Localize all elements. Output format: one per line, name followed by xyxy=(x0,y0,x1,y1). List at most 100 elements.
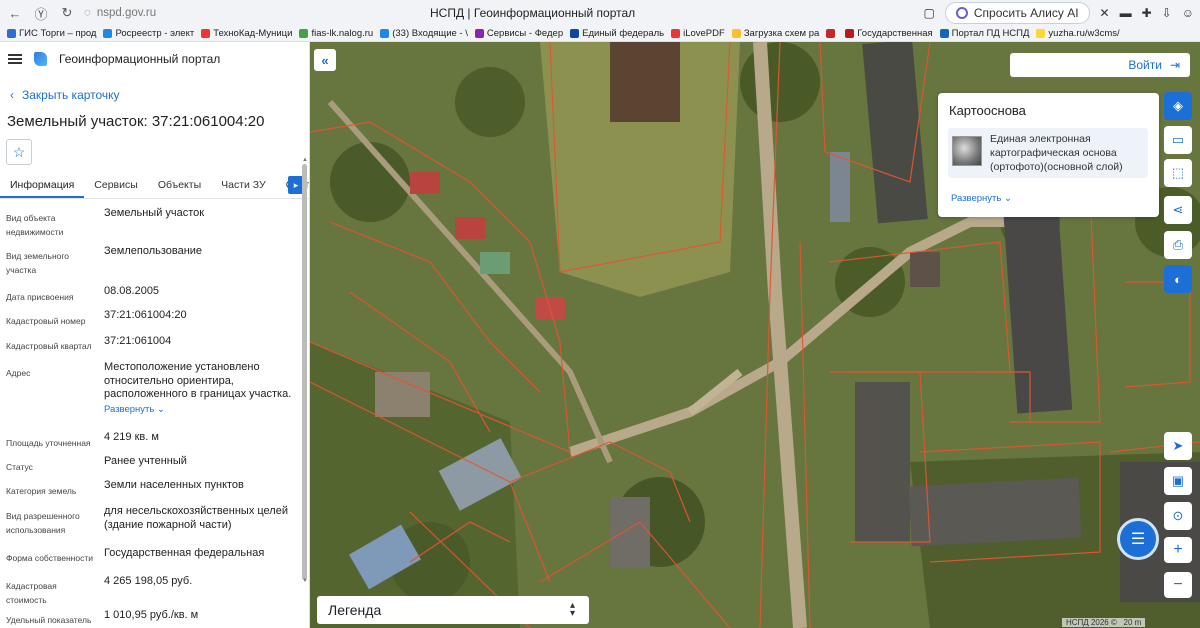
attribute-key: Форма собственности xyxy=(6,553,93,563)
select-area-icon: ⬚ xyxy=(1171,165,1185,180)
attribute-value: 37:21:061004:20 xyxy=(104,309,296,323)
bookmark-favicon-icon xyxy=(845,29,855,38)
back-arrow-icon[interactable]: ← xyxy=(4,2,26,24)
alice-icon xyxy=(955,7,968,19)
bookmark-item[interactable]: Единый федераль xyxy=(570,28,664,39)
minimap-button[interactable]: ▣ xyxy=(1164,467,1192,495)
collapse-panel-button[interactable]: « xyxy=(314,49,336,71)
bookmark-favicon-icon xyxy=(826,29,836,38)
ruler-icon: ▭ xyxy=(1171,132,1185,147)
card-tabs: Информация Сервисы Объекты Части ЗУ Сост… xyxy=(0,173,309,199)
layers-icon: ◈ xyxy=(1173,98,1183,113)
panel-scrollbar[interactable] xyxy=(302,164,307,580)
bookmark-item[interactable]: Государственная xyxy=(845,28,933,39)
bookmark-item[interactable]: Росреестр - элект xyxy=(103,28,194,39)
attribute-value: Государственная федеральная xyxy=(104,547,296,561)
bookmark-item[interactable]: Загрузка схем ра xyxy=(731,28,820,39)
map-copyright: НСПД 2026 © 20 m xyxy=(1062,618,1146,627)
ask-alice-label: Спросить Алису AI xyxy=(973,6,1079,20)
attribute-key: Категория земель xyxy=(6,486,77,496)
tab-services[interactable]: Сервисы xyxy=(84,173,148,198)
attribute-value: 4 265 198,05 руб. xyxy=(104,575,296,589)
browser-page-title: НСПД | Геоинформационный портал xyxy=(430,6,636,20)
bookmark-favicon-icon xyxy=(731,29,741,38)
tab-parcel-parts[interactable]: Части ЗУ xyxy=(211,173,276,198)
zoom-out-button[interactable]: − xyxy=(1164,572,1192,598)
print-icon: ⎙ xyxy=(1172,237,1184,252)
zoom-in-button[interactable]: + xyxy=(1164,537,1192,563)
attribute-key: Кадастровый номер xyxy=(6,316,86,326)
ruler-tool-button[interactable]: ▭ xyxy=(1164,126,1192,154)
star-icon: ☆ xyxy=(12,143,26,160)
scroll-down-icon[interactable]: ▼ xyxy=(302,578,308,584)
reload-icon[interactable]: ↻ xyxy=(56,2,78,24)
copyright-text: НСПД 2026 © xyxy=(1066,618,1117,627)
favorite-star-button[interactable]: ☆ xyxy=(6,139,32,165)
attribute-value-text: для несельскохозяйственных целей (здание… xyxy=(104,505,288,531)
legend-dropdown[interactable]: Легенда ▴ ▾ xyxy=(317,596,589,624)
attribute-key: Вид земельного участка xyxy=(6,251,70,275)
nspd-assistant-button[interactable]: ◐ xyxy=(1164,265,1192,293)
card-title: Земельный участок: 37:21:061004:20 xyxy=(7,113,265,130)
profile-icon[interactable]: ☺ xyxy=(1182,6,1194,20)
bookmark-item[interactable]: Сервисы - Федер xyxy=(474,28,563,39)
ask-alice-button[interactable]: Спросить Алису AI xyxy=(944,2,1090,24)
login-button[interactable]: Войти ⇥ xyxy=(1010,53,1190,77)
attribute-value: 08.08.2005 xyxy=(104,285,296,299)
attribute-value-text: 37:21:061004 xyxy=(104,335,172,347)
address-bar[interactable]: ◌ nspd.gov.ru xyxy=(84,7,156,19)
legend-label: Легенда xyxy=(328,602,382,618)
tab-information[interactable]: Информация xyxy=(0,173,85,198)
browser-toolbar: ← Ⓨ ↻ ◌ nspd.gov.ru НСПД | Геоинформацио… xyxy=(0,0,1200,26)
portal-logo-icon xyxy=(34,52,47,66)
location-pin-button[interactable]: ⊙ xyxy=(1164,502,1192,530)
attribute-value-text: 4 219 кв. м xyxy=(104,431,159,443)
address-expand-link[interactable]: Развернуть ⌄ xyxy=(104,403,296,417)
bookmark-item[interactable]: yuzha.ru/w3cms/ xyxy=(1036,28,1120,39)
attribute-value-text: Государственная федеральная xyxy=(104,547,265,559)
bookmark-label: Государственная xyxy=(857,28,933,39)
attribute-value-text: Земельный участок xyxy=(104,207,205,219)
attribute-key: Удельный показатель xyxy=(6,615,92,625)
bookmark-item[interactable]: fias-lk.nalog.ru xyxy=(299,28,373,39)
download-icon[interactable]: ⇩ xyxy=(1162,6,1172,20)
bookmark-item[interactable]: Портал ПД НСПД xyxy=(939,28,1029,39)
bookmark-item[interactable]: (33) Входящие - \ xyxy=(380,28,468,39)
attribute-value: Ранее учтенный xyxy=(104,455,296,469)
select-area-tool-button[interactable]: ⬚ xyxy=(1164,159,1192,187)
bookmark-item[interactable] xyxy=(826,29,838,38)
extension-icon[interactable]: ▬ xyxy=(1120,6,1132,20)
menu-icon[interactable] xyxy=(8,54,22,64)
bookmark-page-icon[interactable]: ▢ xyxy=(924,6,935,20)
minus-icon: − xyxy=(1173,576,1183,593)
locate-me-button[interactable]: ➤ xyxy=(1164,432,1192,460)
double-chevron-left-icon: « xyxy=(321,52,329,68)
bookmark-item[interactable]: iLovePDF xyxy=(671,28,725,39)
extension-x-icon[interactable]: ✕ xyxy=(1100,6,1110,20)
bookmark-favicon-icon xyxy=(103,29,113,38)
yandex-icon[interactable]: Ⓨ xyxy=(30,2,52,24)
tab-objects[interactable]: Объекты xyxy=(148,173,211,198)
site-info-icon[interactable]: ◌ xyxy=(84,7,91,19)
bookmark-item[interactable]: ТехноКад-Муници xyxy=(201,28,292,39)
share-tool-button[interactable]: ⋖ xyxy=(1164,196,1192,224)
attribute-value-text: 08.08.2005 xyxy=(104,285,160,297)
attribute-key: Дата присвоения xyxy=(6,292,74,302)
bookmark-label: Единый федераль xyxy=(582,28,665,39)
attribute-key: Кадастровая стоимость xyxy=(6,581,57,605)
scroll-up-icon[interactable]: ▲ xyxy=(302,157,308,163)
close-card-link[interactable]: ‹ Закрыть карточку xyxy=(10,88,120,102)
chat-button[interactable]: ☰ xyxy=(1117,518,1159,560)
chevron-left-icon: ‹ xyxy=(10,88,14,102)
bookmark-label: Загрузка схем ра xyxy=(743,28,820,39)
basemap-expand-link[interactable]: Развернуть ⌄ xyxy=(951,193,1012,204)
pin-icon: ⊙ xyxy=(1172,508,1184,523)
attribute-key: Адрес xyxy=(6,368,31,378)
print-tool-button[interactable]: ⎙ xyxy=(1164,231,1192,259)
extensions-puzzle-icon[interactable]: ✚ xyxy=(1142,6,1152,20)
basemap-layer-item[interactable]: Единая электронная картографическая осно… xyxy=(948,128,1148,178)
layers-tool-button[interactable]: ◈ xyxy=(1164,92,1192,120)
bookmark-item[interactable]: ГИС Торги – прод xyxy=(7,28,96,39)
bookmark-favicon-icon xyxy=(570,29,580,38)
scale-label: 20 m xyxy=(1123,618,1142,627)
